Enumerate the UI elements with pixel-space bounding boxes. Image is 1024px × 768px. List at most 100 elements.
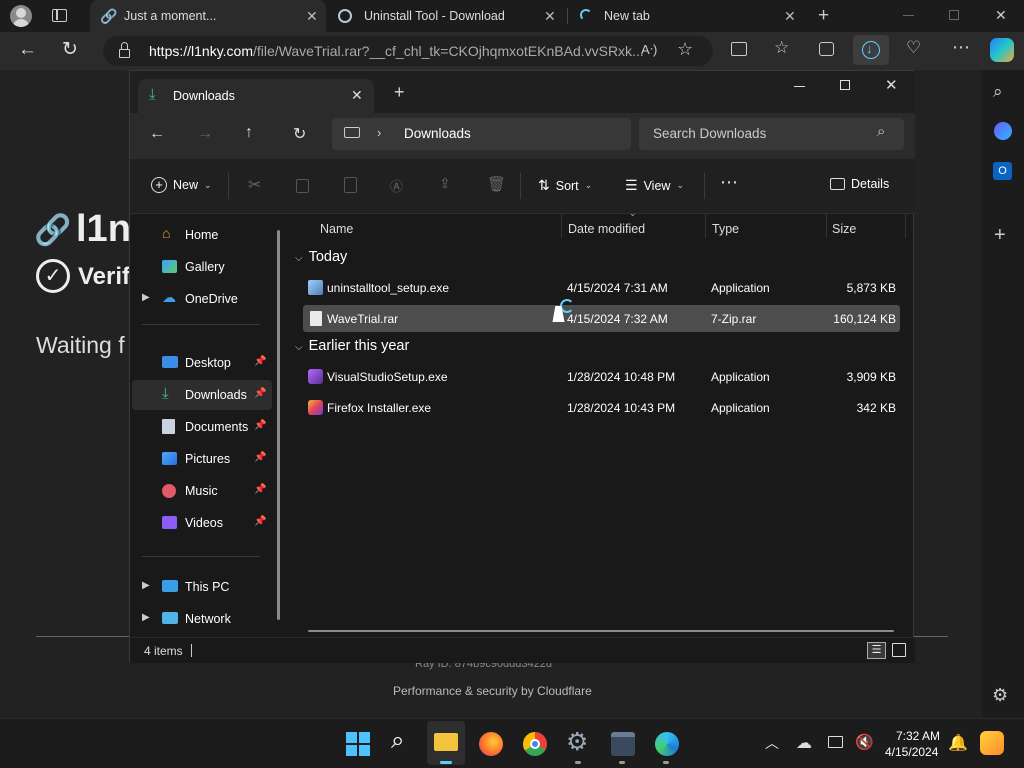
chevron-right-icon[interactable]: ▶ bbox=[142, 580, 150, 591]
outlook-icon[interactable]: O bbox=[993, 162, 1012, 180]
downloads-button[interactable]: ↓ bbox=[853, 35, 889, 65]
profile-avatar[interactable] bbox=[10, 5, 32, 27]
see-more-icon[interactable]: ⋯ bbox=[720, 172, 738, 193]
clock-date[interactable]: 4/15/2024 bbox=[885, 745, 938, 759]
new-tab-icon[interactable]: + bbox=[818, 5, 829, 27]
sort-button[interactable]: ⇅ Sort ⌄ bbox=[538, 177, 592, 194]
sidebar-item-home[interactable]: ⌂ Home bbox=[130, 220, 274, 250]
split-screen-icon[interactable] bbox=[731, 42, 747, 56]
firefox-icon[interactable] bbox=[479, 732, 503, 756]
read-aloud-icon[interactable]: Aᐧ) bbox=[641, 42, 657, 58]
refresh-icon[interactable]: ↻ bbox=[293, 124, 306, 144]
back-arrow-icon[interactable]: ← bbox=[18, 39, 37, 61]
nav-scrollbar[interactable] bbox=[277, 230, 280, 620]
sidebar-item-music[interactable]: Music 📌 bbox=[130, 476, 274, 506]
collections-icon[interactable] bbox=[819, 42, 834, 56]
back-icon[interactable]: ← bbox=[149, 125, 165, 143]
terminal-window-icon[interactable] bbox=[611, 732, 635, 756]
search-icon[interactable]: ⌕ bbox=[993, 82, 1003, 102]
file-row[interactable]: Firefox Installer.exe 1/28/2024 10:43 PM… bbox=[303, 394, 900, 421]
column-header-date[interactable]: Date modified bbox=[568, 222, 645, 236]
new-button[interactable]: + New ⌄ bbox=[151, 177, 212, 193]
edge-icon[interactable] bbox=[655, 732, 679, 756]
cloudflare-footer[interactable]: Performance & security by Cloudflare bbox=[393, 684, 592, 698]
tab-just-a-moment[interactable]: 🔗 Just a moment... ✕ bbox=[90, 0, 326, 32]
sidebar-item-gallery[interactable]: Gallery bbox=[130, 252, 274, 282]
forward-icon[interactable]: → bbox=[197, 125, 213, 143]
sidebar-item-desktop[interactable]: Desktop 📌 bbox=[130, 348, 274, 378]
display-icon[interactable] bbox=[828, 736, 843, 748]
favorites-icon[interactable]: ☆ bbox=[774, 38, 789, 58]
sidebar-item-onedrive[interactable]: ▶ ☁ OneDrive bbox=[130, 284, 274, 314]
taskbar-file-explorer-active[interactable] bbox=[427, 721, 465, 765]
clock-time[interactable]: 7:32 AM bbox=[896, 729, 940, 743]
horizontal-scrollbar[interactable] bbox=[308, 630, 894, 632]
sidebar-item-videos[interactable]: Videos 📌 bbox=[130, 508, 274, 538]
tab-uninstall-tool[interactable]: Uninstall Tool - Download ✕ bbox=[330, 0, 566, 32]
copilot-preview-icon[interactable] bbox=[980, 731, 1004, 755]
file-row[interactable]: uninstalltool_setup.exe 4/15/2024 7:31 A… bbox=[303, 274, 900, 301]
chevron-up-icon[interactable]: ︿ bbox=[765, 733, 779, 753]
chevron-right-icon[interactable]: ▶ bbox=[142, 292, 150, 303]
sidebar-item-this-pc[interactable]: ▶ This PC bbox=[130, 572, 274, 602]
add-sidebar-icon[interactable]: + bbox=[994, 224, 1006, 247]
delete-icon[interactable]: 🗑 bbox=[487, 175, 506, 193]
column-header-size[interactable]: Size bbox=[832, 222, 856, 236]
close-tab-icon[interactable]: ✕ bbox=[544, 8, 556, 25]
close-tab-icon[interactable]: ✕ bbox=[784, 8, 796, 25]
chevron-down-icon: ⌵ bbox=[295, 253, 303, 264]
column-header-name[interactable]: Name bbox=[320, 222, 353, 236]
sidebar-item-documents[interactable]: Documents 📌 bbox=[130, 412, 274, 442]
rename-icon[interactable]: Ⓐ bbox=[390, 176, 403, 195]
cut-icon[interactable]: ✂ bbox=[248, 175, 261, 195]
address-bar[interactable]: https://l1nky.com/file/WaveTrial.rar?__c… bbox=[103, 36, 713, 66]
group-label: Today bbox=[308, 249, 348, 265]
cloud-offline-icon[interactable]: ☁ bbox=[796, 733, 812, 753]
chevron-right-icon[interactable]: ▶ bbox=[142, 612, 150, 623]
copilot-sidebar-icon[interactable] bbox=[994, 122, 1012, 140]
file-row[interactable]: VisualStudioSetup.exe 1/28/2024 10:48 PM… bbox=[303, 363, 900, 390]
paste-icon[interactable] bbox=[344, 177, 357, 193]
view-button[interactable]: ☰ View ⌄ bbox=[625, 177, 684, 194]
file-row-selected[interactable]: WaveTrial.rar 4/15/2024 7:32 AM 7-Zip.ra… bbox=[303, 305, 900, 332]
notification-bell-icon[interactable]: 🔔 bbox=[948, 733, 968, 753]
more-options-icon[interactable]: ⋯ bbox=[952, 37, 970, 58]
column-header-type[interactable]: Type bbox=[712, 222, 739, 236]
new-tab-icon[interactable]: + bbox=[394, 82, 405, 103]
restore-window-icon[interactable] bbox=[949, 10, 959, 20]
close-tab-icon[interactable]: ✕ bbox=[351, 87, 363, 104]
sidebar-item-downloads[interactable]: ⤓ Downloads 📌 bbox=[132, 380, 272, 410]
close-icon[interactable]: ✕ bbox=[885, 76, 898, 94]
settings-gear-icon[interactable]: ⚙ bbox=[992, 685, 1008, 706]
group-header[interactable]: ⌵ Today bbox=[295, 249, 347, 265]
breadcrumb-downloads[interactable]: Downloads bbox=[404, 126, 471, 141]
favorite-star-icon[interactable]: ☆ bbox=[677, 39, 693, 60]
download-icon: ⤓ bbox=[162, 385, 169, 402]
minimize-icon[interactable] bbox=[794, 86, 805, 87]
sidebar-item-pictures[interactable]: Pictures 📌 bbox=[130, 444, 274, 474]
start-windows-icon[interactable] bbox=[346, 732, 370, 756]
volume-muted-icon[interactable]: 🔇 bbox=[855, 733, 874, 751]
maximize-icon[interactable] bbox=[840, 80, 850, 90]
settings-gear-icon[interactable]: ⚙ bbox=[566, 727, 590, 756]
chrome-icon[interactable] bbox=[523, 732, 547, 756]
up-icon[interactable]: ↑ bbox=[245, 124, 253, 142]
refresh-icon[interactable]: ↻ bbox=[62, 38, 78, 61]
close-tab-icon[interactable]: ✕ bbox=[306, 8, 318, 25]
details-view-icon[interactable]: ☰ bbox=[867, 642, 886, 659]
minimize-window-icon[interactable] bbox=[903, 15, 914, 16]
copilot-icon[interactable] bbox=[990, 38, 1014, 62]
details-pane-button[interactable]: Details bbox=[830, 177, 889, 191]
tab-actions-icon[interactable] bbox=[52, 9, 67, 22]
group-header[interactable]: ⌵ Earlier this year bbox=[295, 338, 409, 354]
tab-new-tab[interactable]: New tab ✕ bbox=[570, 0, 806, 32]
tiles-view-icon[interactable] bbox=[892, 643, 906, 657]
search-icon[interactable]: ⌕ bbox=[391, 727, 415, 754]
share-icon[interactable]: ⇪ bbox=[439, 175, 451, 192]
search-box[interactable]: Search Downloads ⌕ bbox=[639, 118, 904, 150]
sidebar-item-network[interactable]: ▶ Network bbox=[130, 604, 274, 634]
copy-icon[interactable] bbox=[296, 179, 309, 193]
browser-essentials-icon[interactable]: ♡ bbox=[906, 38, 921, 58]
breadcrumb[interactable]: › Downloads bbox=[332, 118, 631, 150]
close-window-icon[interactable]: ✕ bbox=[995, 7, 1007, 24]
